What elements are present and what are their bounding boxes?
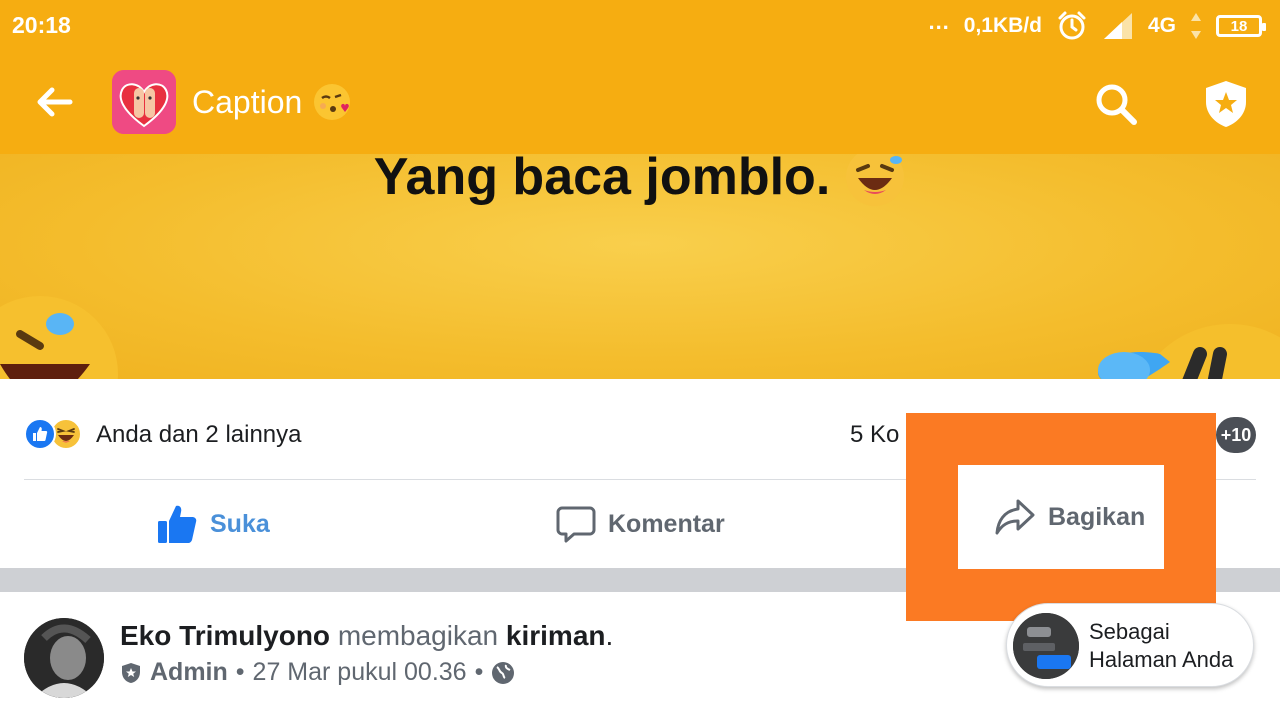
meta-dot-2: • — [474, 658, 484, 686]
title-text: Caption — [192, 83, 303, 120]
data-arrows-icon — [1191, 13, 1201, 39]
page-thumbnail — [1013, 613, 1079, 679]
avatar[interactable] — [24, 618, 104, 698]
shared-post-title: Eko Trimulyono membagikan kiriman. — [120, 620, 613, 652]
post-as-line-2: Halaman Anda — [1089, 647, 1234, 672]
back-arrow-icon — [37, 87, 73, 117]
globe-icon — [492, 661, 515, 684]
share-button-content: Bagikan — [994, 465, 1145, 569]
group-logo[interactable] — [112, 70, 176, 134]
tutorial-highlight: Bagikan — [906, 413, 1216, 621]
network-speed: 0,1KB/d — [963, 14, 1042, 37]
app-bar: Caption — [0, 52, 1280, 154]
status-time: 20:18 — [12, 12, 71, 38]
post-image[interactable]: Yang baca jomblo. — [0, 154, 1280, 379]
more-viewers-badge[interactable]: +10 — [1216, 417, 1256, 453]
admin-shield-icon — [122, 662, 140, 683]
battery-level: 18 — [1230, 17, 1248, 35]
comment-bubble-icon — [556, 506, 596, 543]
post-meta: Admin • 27 Mar pukul 00.36 • — [120, 658, 515, 687]
share-button[interactable]: Bagikan — [958, 465, 1164, 569]
search-button[interactable] — [1092, 80, 1140, 128]
like-label: Suka — [210, 509, 270, 538]
meta-dot-1: • — [235, 658, 245, 686]
reaction-summary-text[interactable]: Anda dan 2 lainnya — [96, 421, 302, 449]
signal-icon — [1103, 13, 1132, 39]
admin-tools-button[interactable] — [1200, 78, 1252, 130]
share-arrow-icon — [995, 499, 1035, 535]
author-name[interactable]: Eko Trimulyono — [120, 620, 330, 651]
network-type: 4G — [1147, 14, 1176, 37]
shield-star-icon — [1206, 81, 1246, 127]
laughing-emoji-right-icon — [1098, 324, 1280, 379]
like-button[interactable]: Suka — [156, 480, 270, 568]
battery-indicator: 18 — [1216, 15, 1266, 37]
page-thumbnail-image — [1013, 613, 1079, 679]
back-button[interactable] — [30, 80, 80, 124]
post-as-line-1: Sebagai — [1089, 619, 1170, 644]
post-date[interactable]: 27 Mar pukul 00.36 — [253, 658, 467, 687]
kiss-emoji-icon — [314, 84, 351, 120]
status-bar: 20:18 ... 0,1KB/d 4G 18 — [0, 0, 1280, 52]
like-reaction-icon — [24, 418, 56, 450]
comment-button[interactable]: Komentar — [556, 480, 725, 568]
title-period: . — [605, 620, 614, 651]
post-as-page-button[interactable]: Sebagai Halaman Anda — [1006, 603, 1254, 687]
rofl-emoji-icon — [846, 154, 905, 206]
share-verb: membagikan — [337, 620, 499, 651]
reaction-icons — [24, 418, 82, 450]
share-label: Bagikan — [1048, 502, 1146, 531]
alarm-icon — [1058, 11, 1086, 40]
author-role: Admin — [150, 658, 228, 686]
post-image-caption: Yang baca jomblo. — [0, 154, 1280, 208]
shared-object-link[interactable]: kiriman — [506, 620, 606, 651]
comment-label: Komentar — [608, 509, 725, 538]
app-bar-title: Caption — [192, 82, 352, 122]
search-icon — [1096, 84, 1137, 125]
post-as-page-label: Sebagai Halaman Anda — [1089, 618, 1249, 674]
laughing-emoji-left-icon — [0, 296, 118, 379]
app-screen: 20:18 ... 0,1KB/d 4G 18 Caption Yang bac… — [0, 0, 1280, 720]
thumbs-up-icon — [158, 505, 197, 543]
comment-count-text[interactable]: 5 Ko — [850, 421, 899, 449]
status-right: ... 0,1KB/d 4G 18 — [928, 8, 1266, 44]
post-image-text: Yang baca jomblo. — [373, 154, 831, 206]
notification-dots: ... — [928, 9, 950, 34]
avatar-photo — [24, 618, 104, 698]
heart-logo-icon — [112, 70, 176, 134]
